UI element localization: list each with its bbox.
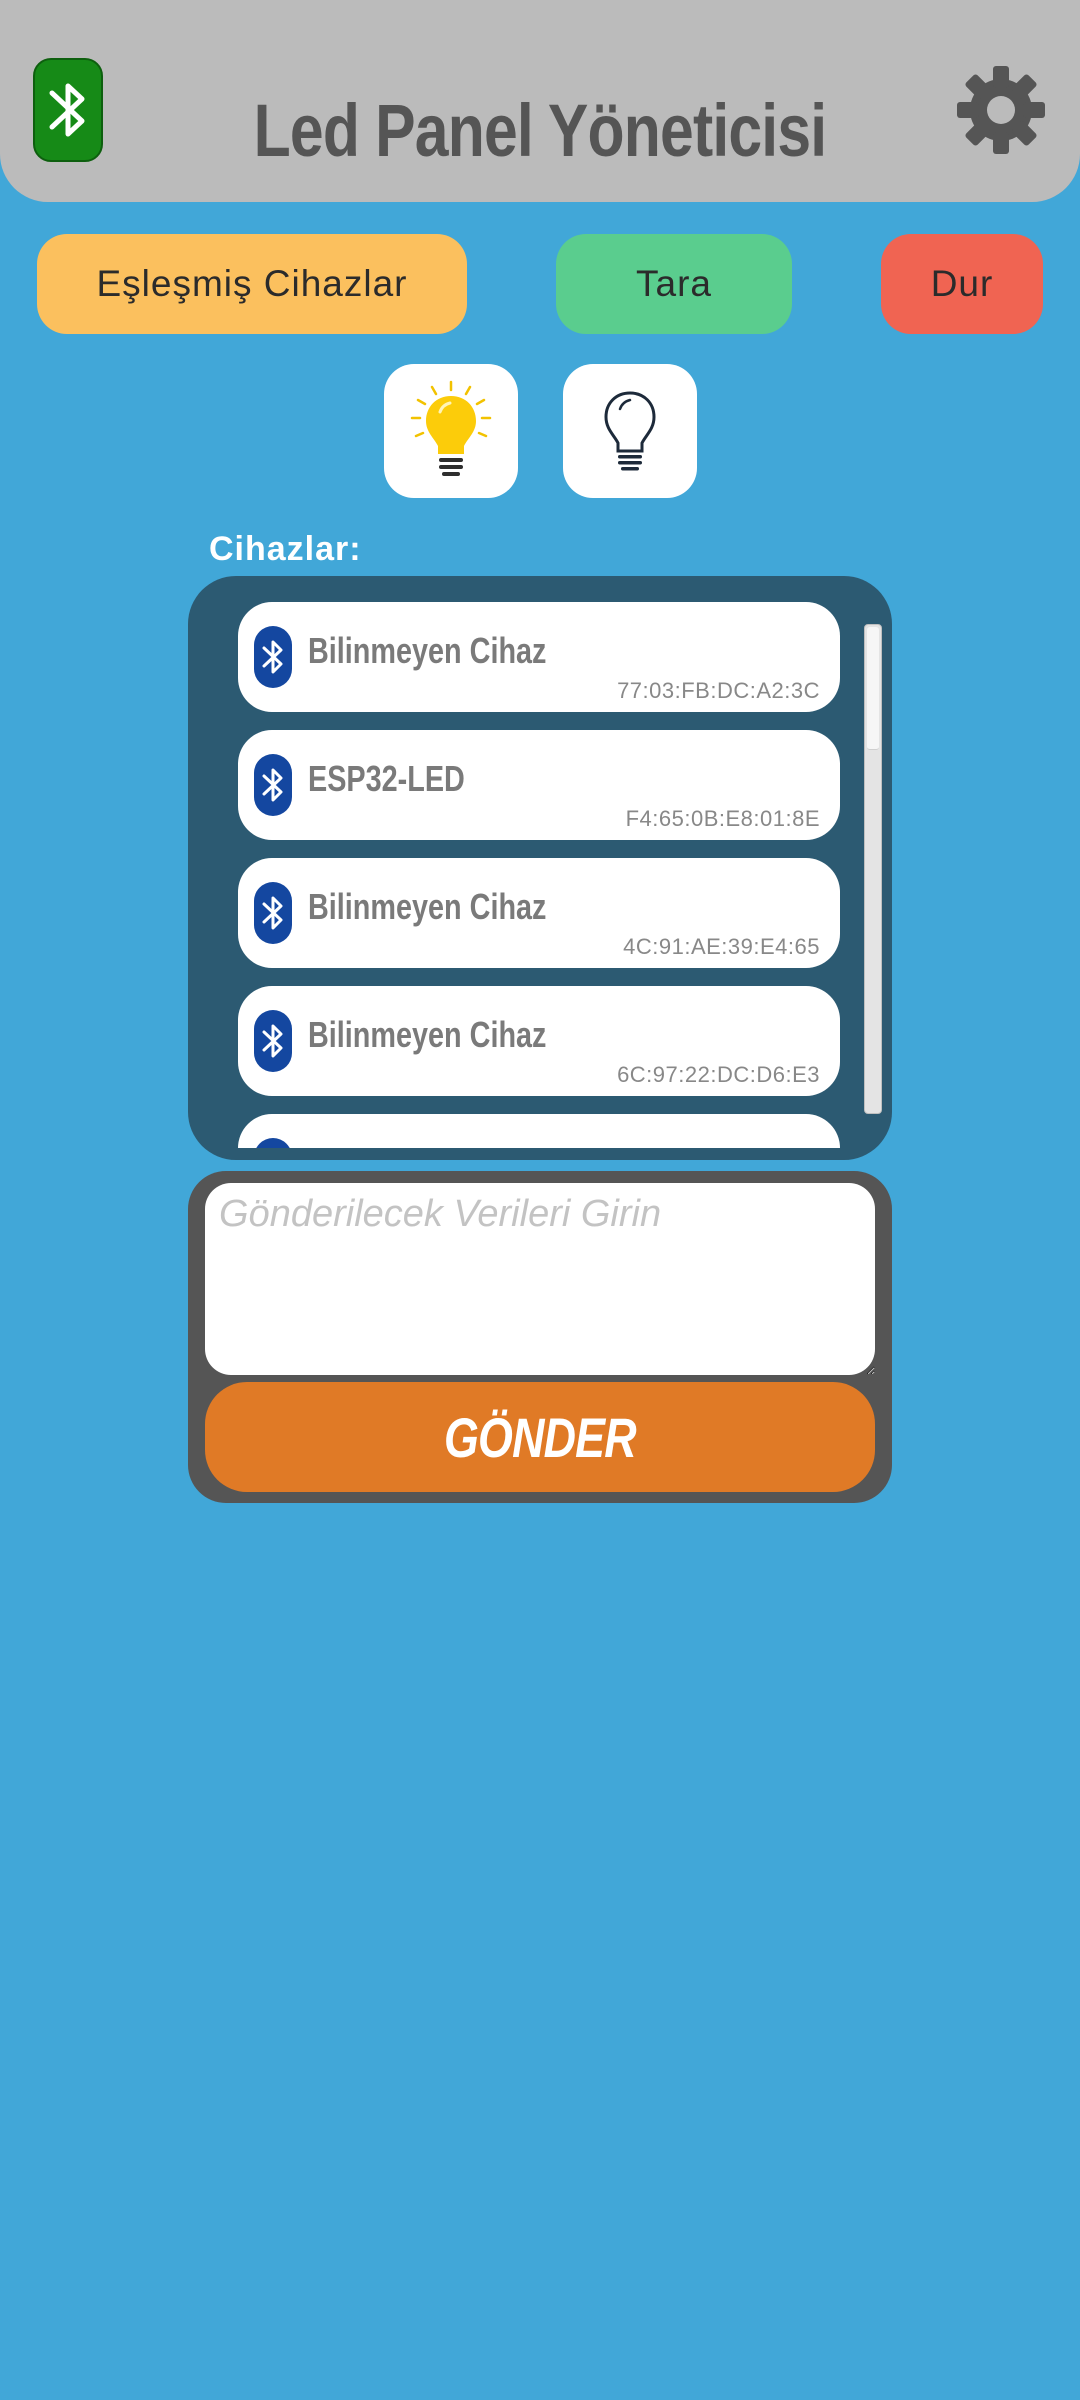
send-button[interactable]: GÖNDER bbox=[205, 1382, 875, 1492]
device-name: ESP32-LED bbox=[308, 758, 465, 799]
device-item[interactable]: ESP32-LED F4:65:0B:E8:01:8E bbox=[238, 730, 840, 840]
send-button-label: GÖNDER bbox=[444, 1405, 637, 1469]
send-data-input[interactable] bbox=[205, 1183, 875, 1375]
gear-icon[interactable] bbox=[953, 62, 1049, 158]
bluetooth-icon bbox=[254, 626, 292, 688]
lightbulb-on-icon bbox=[410, 380, 492, 476]
device-mac: 6C:97:22:DC:D6:E3 bbox=[617, 1062, 820, 1087]
light-off-button[interactable] bbox=[563, 364, 697, 498]
send-panel: GÖNDER bbox=[188, 1171, 892, 1503]
device-list-panel: Bilinmeyen Cihaz 77:03:FB:DC:A2:3C ESP32… bbox=[188, 576, 892, 1160]
device-list-scrollbar[interactable] bbox=[864, 624, 882, 1114]
stop-button[interactable]: Dur bbox=[881, 234, 1043, 334]
device-name: Bilinmeyen Cihaz bbox=[308, 630, 547, 671]
bluetooth-icon bbox=[254, 1138, 292, 1148]
device-mac: 77:03:FB:DC:A2:3C bbox=[617, 678, 820, 703]
device-mac: 4C:91:AE:39:E4:65 bbox=[623, 934, 820, 959]
app-header: Led Panel Yöneticisi bbox=[0, 0, 1080, 202]
bluetooth-icon[interactable] bbox=[33, 58, 103, 162]
device-list[interactable]: Bilinmeyen Cihaz 77:03:FB:DC:A2:3C ESP32… bbox=[238, 602, 840, 1148]
lightbulb-off-icon bbox=[604, 391, 656, 471]
devices-heading: Cihazlar: bbox=[209, 530, 362, 568]
device-item[interactable]: Bilinmeyen Cihaz 4C:91:AE:39:E4:65 bbox=[238, 858, 840, 968]
light-on-button[interactable] bbox=[384, 364, 518, 498]
bluetooth-icon bbox=[254, 882, 292, 944]
scrollbar-thumb[interactable] bbox=[867, 627, 879, 750]
bluetooth-icon bbox=[254, 1010, 292, 1072]
device-item[interactable]: Bilinmeyen Cihaz 6C:97:22:DC:D6:E3 bbox=[238, 986, 840, 1096]
bluetooth-icon bbox=[254, 754, 292, 816]
page-title: Led Panel Yöneticisi bbox=[253, 89, 827, 172]
paired-devices-button[interactable]: Eşleşmiş Cihazlar bbox=[37, 234, 467, 334]
device-item[interactable]: Bilinmeyen Cihaz 77:03:FB:DC:A2:3C bbox=[238, 602, 840, 712]
scan-button[interactable]: Tara bbox=[556, 234, 792, 334]
device-mac: F4:65:0B:E8:01:8E bbox=[625, 806, 820, 831]
device-name: Bilinmeyen Cihaz bbox=[308, 886, 547, 927]
device-name: Bilinmeyen Cihaz bbox=[308, 1014, 547, 1055]
device-item-partial[interactable] bbox=[238, 1114, 840, 1148]
